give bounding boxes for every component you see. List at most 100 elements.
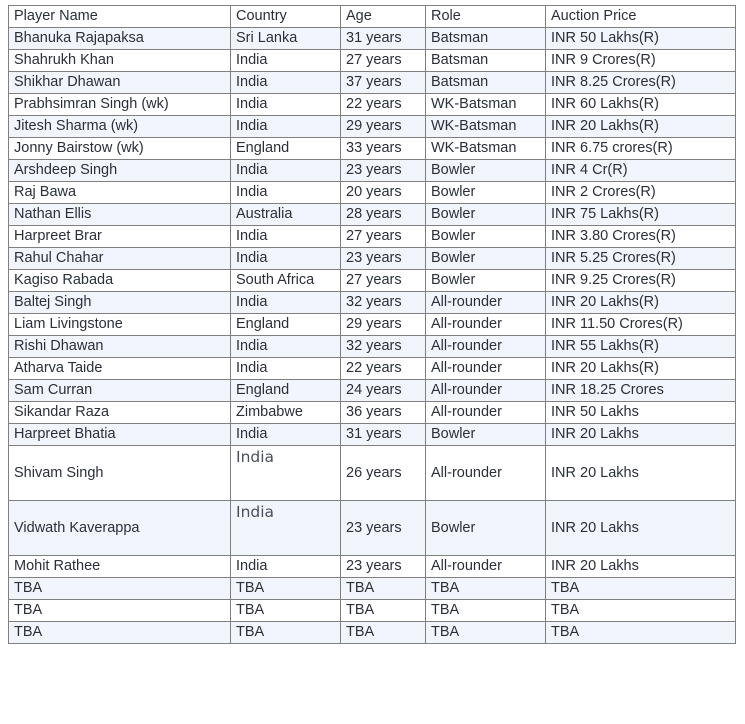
table-row: Shikhar Dhawan India 37 years Batsman INR 8.… bbox=[8, 71, 736, 94]
cell-role: All-rounder bbox=[425, 379, 546, 402]
table-row: Shahrukh Khan India 27 years Batsman INR 9 C… bbox=[8, 49, 736, 72]
table-row: Raj Bawa India 20 years Bowler INR 2 Crores(… bbox=[8, 181, 736, 204]
cell-price: INR 20 Lakhs(R) bbox=[545, 115, 736, 138]
cell-age: 27 years bbox=[340, 269, 426, 292]
table-row: TBA TBA TBA TBA TBA bbox=[8, 577, 736, 600]
cell-age: 23 years bbox=[340, 247, 426, 270]
column-header-price: Auction Price bbox=[545, 5, 736, 28]
table-row: Sikandar Raza Zimbabwe 36 years All-rounder… bbox=[8, 401, 736, 424]
cell-age: 27 years bbox=[340, 225, 426, 248]
table-row: Vidwath Kaverappa India 23 years Bowler INR … bbox=[8, 500, 736, 556]
cell-player: TBA bbox=[8, 577, 231, 600]
cell-age: 23 years bbox=[340, 159, 426, 182]
cell-player: Prabhsimran Singh (wk) bbox=[8, 93, 231, 116]
cell-age: 26 years bbox=[340, 445, 426, 501]
cell-age: 23 years bbox=[340, 500, 426, 556]
cell-age: TBA bbox=[340, 621, 426, 644]
cell-price: INR 20 Lakhs bbox=[545, 423, 736, 446]
cell-age: 31 years bbox=[340, 27, 426, 50]
cell-age: 32 years bbox=[340, 335, 426, 358]
cell-country: India bbox=[230, 500, 341, 556]
table-row: Jitesh Sharma (wk) India 29 years WK-Batsma… bbox=[8, 115, 736, 138]
cell-price: TBA bbox=[545, 599, 736, 622]
cell-age: 20 years bbox=[340, 181, 426, 204]
cell-player: Arshdeep Singh bbox=[8, 159, 231, 182]
table-row: Nathan Ellis Australia 28 years Bowler INR 7… bbox=[8, 203, 736, 226]
cell-price: INR 9.25 Crores(R) bbox=[545, 269, 736, 292]
cell-role: All-rounder bbox=[425, 555, 546, 578]
cell-country: India bbox=[230, 357, 341, 380]
cell-role: Bowler bbox=[425, 423, 546, 446]
cell-role: Bowler bbox=[425, 181, 546, 204]
cell-player: TBA bbox=[8, 621, 231, 644]
cell-age: 22 years bbox=[340, 357, 426, 380]
table-row: Atharva Taide India 22 years All-rounder INR… bbox=[8, 357, 736, 380]
table-row: Baltej Singh India 32 years All-rounder INR … bbox=[8, 291, 736, 314]
cell-role: All-rounder bbox=[425, 357, 546, 380]
cell-age: 36 years bbox=[340, 401, 426, 424]
cell-role: Bowler bbox=[425, 203, 546, 226]
cell-country: India bbox=[230, 247, 341, 270]
ipl-squad-table: Player Name Country Age Role Auction Price B… bbox=[8, 5, 736, 644]
cell-country: India bbox=[230, 225, 341, 248]
cell-price: INR 8.25 Crores(R) bbox=[545, 71, 736, 94]
cell-player: Raj Bawa bbox=[8, 181, 231, 204]
cell-country: India bbox=[230, 181, 341, 204]
cell-player: Kagiso Rabada bbox=[8, 269, 231, 292]
cell-age: 37 years bbox=[340, 71, 426, 94]
cell-player: Harpreet Bhatia bbox=[8, 423, 231, 446]
cell-country: India bbox=[230, 423, 341, 446]
cell-player: Jonny Bairstow (wk) bbox=[8, 137, 231, 160]
cell-country: India bbox=[230, 335, 341, 358]
cell-age: 27 years bbox=[340, 49, 426, 72]
table-row: Rishi Dhawan India 32 years All-rounder INR … bbox=[8, 335, 736, 358]
cell-role: TBA bbox=[425, 577, 546, 600]
table-row: Shivam Singh India 26 years All-rounder INR … bbox=[8, 445, 736, 501]
cell-price: INR 9 Crores(R) bbox=[545, 49, 736, 72]
cell-country: Australia bbox=[230, 203, 341, 226]
cell-role: All-rounder bbox=[425, 401, 546, 424]
column-header-player: Player Name bbox=[8, 5, 231, 28]
cell-country: TBA bbox=[230, 577, 341, 600]
cell-price: INR 20 Lakhs(R) bbox=[545, 291, 736, 314]
cell-role: All-rounder bbox=[425, 291, 546, 314]
table-row: Liam Livingstone England 29 years All-round… bbox=[8, 313, 736, 336]
cell-player: TBA bbox=[8, 599, 231, 622]
table-row: Harpreet Bhatia India 31 years Bowler INR 20… bbox=[8, 423, 736, 446]
cell-age: TBA bbox=[340, 599, 426, 622]
cell-player: Shikhar Dhawan bbox=[8, 71, 231, 94]
cell-player: Bhanuka Rajapaksa bbox=[8, 27, 231, 50]
cell-age: 24 years bbox=[340, 379, 426, 402]
cell-price: TBA bbox=[545, 621, 736, 644]
cell-role: Bowler bbox=[425, 500, 546, 556]
table-row: Arshdeep Singh India 23 years Bowler INR 4 C… bbox=[8, 159, 736, 182]
cell-role: TBA bbox=[425, 621, 546, 644]
cell-country: India bbox=[230, 159, 341, 182]
column-header-country: Country bbox=[230, 5, 341, 28]
cell-role: All-rounder bbox=[425, 445, 546, 501]
cell-price: INR 4 Cr(R) bbox=[545, 159, 736, 182]
cell-country: TBA bbox=[230, 621, 341, 644]
cell-age: 28 years bbox=[340, 203, 426, 226]
table-row: Jonny Bairstow (wk) England 33 years WK-Bat… bbox=[8, 137, 736, 160]
cell-country: India bbox=[230, 49, 341, 72]
cell-price: INR 3.80 Crores(R) bbox=[545, 225, 736, 248]
cell-player: Jitesh Sharma (wk) bbox=[8, 115, 231, 138]
table-body: Bhanuka Rajapaksa Sri Lanka 31 years Batsma… bbox=[8, 27, 736, 644]
cell-price: INR 20 Lakhs bbox=[545, 500, 736, 556]
table-row: Harpreet Brar India 27 years Bowler INR 3.80… bbox=[8, 225, 736, 248]
cell-price: INR 50 Lakhs bbox=[545, 401, 736, 424]
cell-price: INR 20 Lakhs bbox=[545, 555, 736, 578]
cell-age: 29 years bbox=[340, 313, 426, 336]
cell-age: 32 years bbox=[340, 291, 426, 314]
table-row: Prabhsimran Singh (wk) India 22 years WK-Ba… bbox=[8, 93, 736, 116]
cell-country: TBA bbox=[230, 599, 341, 622]
cell-country: India bbox=[230, 445, 341, 501]
table-header: Player Name Country Age Role Auction Price bbox=[8, 5, 736, 28]
cell-role: Batsman bbox=[425, 49, 546, 72]
table-row: Kagiso Rabada South Africa 27 years Bowler I… bbox=[8, 269, 736, 292]
cell-country: England bbox=[230, 313, 341, 336]
cell-country: England bbox=[230, 379, 341, 402]
cell-price: INR 11.50 Crores(R) bbox=[545, 313, 736, 336]
cell-player: Vidwath Kaverappa bbox=[8, 500, 231, 556]
